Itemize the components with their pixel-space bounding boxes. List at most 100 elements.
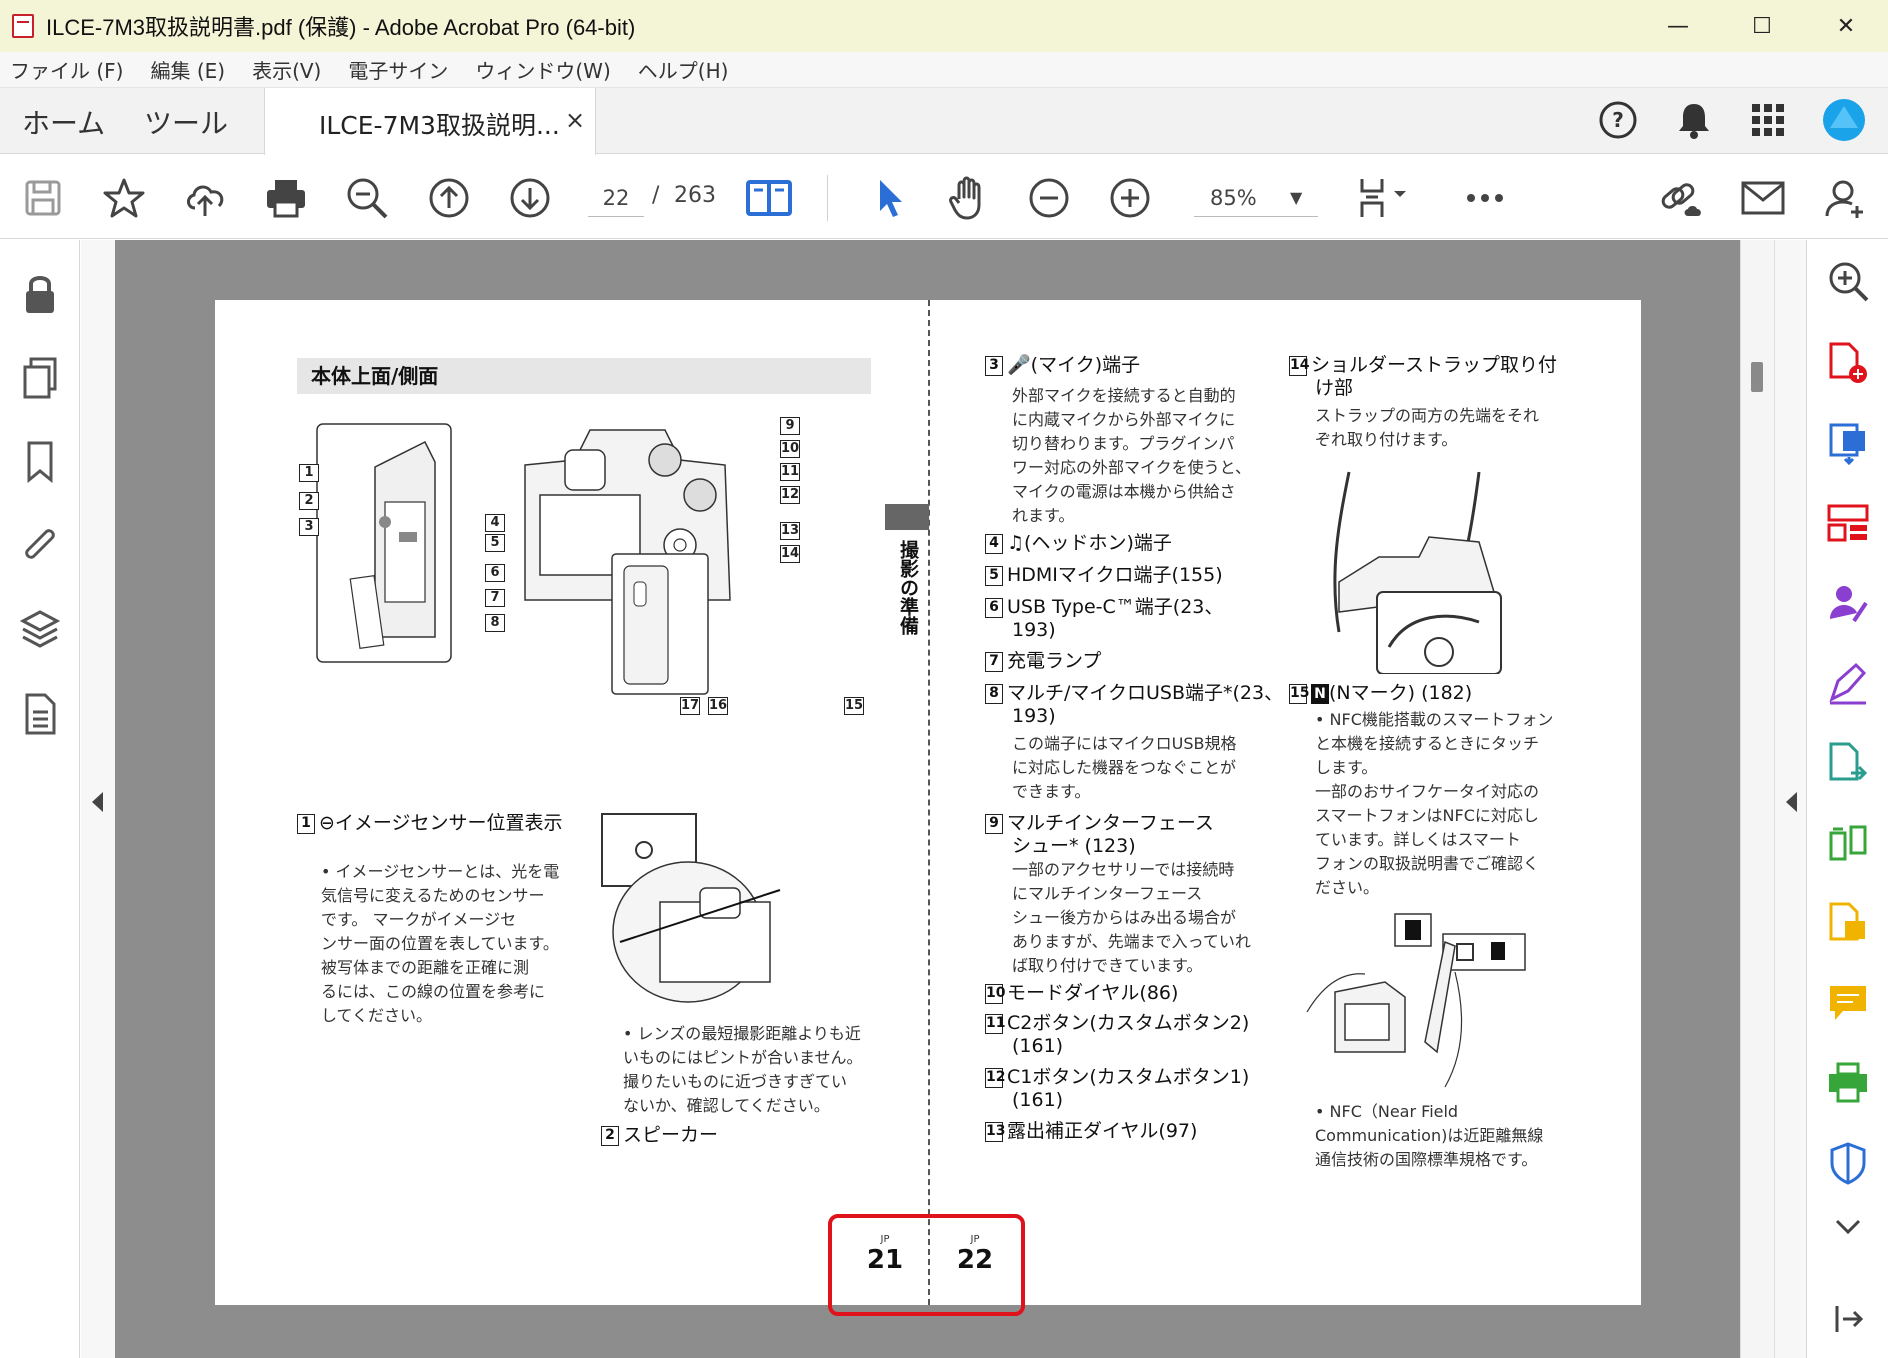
protect-shield-icon[interactable] xyxy=(1825,1140,1871,1186)
vertical-scrollbar[interactable] xyxy=(1740,240,1774,1358)
item-15-title: (Nマーク) (182) xyxy=(1329,682,1473,704)
menu-view[interactable]: 表示(V) xyxy=(252,55,321,84)
fill-sign-icon[interactable] xyxy=(1825,660,1871,706)
scan-ocr-icon[interactable] xyxy=(1825,900,1871,946)
menu-file[interactable]: ファイル (F) xyxy=(10,55,123,84)
create-pdf-icon[interactable] xyxy=(1825,340,1871,386)
send-for-review-icon[interactable] xyxy=(1825,740,1871,786)
zoom-out-icon[interactable] xyxy=(1024,173,1074,223)
desc-line: スマートフォンはNFCに対応し xyxy=(1315,806,1539,825)
desc-line: 一部のアクセサリーでは接続時 xyxy=(1012,860,1235,879)
user-avatar[interactable] xyxy=(1822,98,1866,142)
left-panel-collapse[interactable] xyxy=(81,240,115,1358)
print-icon[interactable] xyxy=(261,173,311,223)
desc-line: • NFC機能搭載のスマートフォン xyxy=(1315,710,1554,729)
layers-icon[interactable] xyxy=(16,606,64,654)
tab-tools[interactable]: ツール xyxy=(144,102,228,142)
item-14-number: 14 xyxy=(1289,355,1309,376)
desc-line: に内蔵マイクから外部マイクに xyxy=(1012,410,1236,429)
tab-home[interactable]: ホーム xyxy=(22,102,105,142)
item-8-continuation: 193) xyxy=(1012,705,1056,727)
focus-distance-illustration xyxy=(601,813,781,1003)
pages-thumbnail-icon[interactable] xyxy=(16,354,64,402)
item-13-heading: 13露出補正ダイヤル(97) xyxy=(985,1120,1197,1143)
menu-help[interactable]: ヘルプ(H) xyxy=(638,55,729,84)
item-10-number: 10 xyxy=(985,983,1005,1004)
item-6-continuation: 193) xyxy=(1012,619,1056,641)
desc-line: この端子にはマイクロUSB規格 xyxy=(1012,734,1237,753)
lock-icon[interactable] xyxy=(16,270,64,318)
page-fit-icon[interactable] xyxy=(1352,173,1416,223)
tab-document[interactable]: ILCE-7M3取扱説明... × xyxy=(264,88,596,155)
callout-13: 13 xyxy=(780,522,800,540)
organize-pages-icon[interactable] xyxy=(1825,500,1871,546)
more-tools-chevron-icon[interactable] xyxy=(1825,1204,1871,1250)
item-9-number: 9 xyxy=(985,813,1003,834)
item-9-description: 一部のアクセサリーでは接続時 にマルチインターフェース シュー後方からはみ出る場… xyxy=(1012,858,1262,978)
desc-line: 一部のおサイフケータイ対応の xyxy=(1315,782,1540,801)
zoom-level-select[interactable]: 85% ▼ xyxy=(1194,179,1318,217)
item-3-number: 3 xyxy=(985,355,1003,376)
right-panel-collapse[interactable] xyxy=(1774,240,1806,1358)
comment-icon[interactable] xyxy=(1825,980,1871,1026)
previous-page-icon[interactable] xyxy=(424,173,474,223)
hand-tool-icon[interactable] xyxy=(944,173,994,223)
apps-grid-icon[interactable] xyxy=(1746,98,1790,142)
desc-line: シュー後方からはみ出る場合が xyxy=(1012,908,1237,927)
menu-edit[interactable]: 編集 (E) xyxy=(150,55,225,84)
page-number-input[interactable]: 22 xyxy=(588,179,644,217)
export-pdf-icon[interactable] xyxy=(1825,420,1871,466)
toolbar-divider xyxy=(827,175,828,221)
close-tab-button[interactable]: × xyxy=(565,106,585,134)
desc-line: 気信号に変えるためのセンサー xyxy=(321,886,545,905)
exit-panel-icon[interactable] xyxy=(1825,1296,1871,1342)
zoom-search-icon[interactable] xyxy=(1825,258,1871,304)
maximize-button[interactable]: ☐ xyxy=(1720,0,1804,52)
attachment-icon[interactable] xyxy=(16,522,64,570)
add-user-icon[interactable] xyxy=(1820,173,1870,223)
item-1-title: イメージセンサー位置表示 xyxy=(334,812,563,834)
star-icon[interactable] xyxy=(99,173,149,223)
help-icon[interactable]: ? xyxy=(1596,98,1640,142)
desc-line: ンサー面の位置を表しています。 xyxy=(321,934,559,953)
callout-17: 17 xyxy=(680,697,700,715)
item-4-number: 4 xyxy=(985,533,1003,554)
email-icon[interactable] xyxy=(1738,173,1788,223)
menu-window[interactable]: ウィンドウ(W) xyxy=(475,55,610,84)
item-12-heading: 12C1ボタン(カスタムボタン1) xyxy=(985,1066,1249,1089)
callout-10: 10 xyxy=(780,440,800,458)
desc-line: • イメージセンサーとは、光を電 xyxy=(321,862,560,881)
share-link-icon[interactable] xyxy=(1656,173,1706,223)
zoom-in-icon[interactable] xyxy=(1105,173,1155,223)
request-signature-icon[interactable] xyxy=(1825,580,1871,626)
compare-files-icon[interactable] xyxy=(1825,820,1871,866)
scrollbar-thumb[interactable] xyxy=(1751,362,1763,392)
item-14-title-continuation: け部 xyxy=(1315,377,1354,399)
select-arrow-icon[interactable] xyxy=(864,173,914,223)
next-page-icon[interactable] xyxy=(505,173,555,223)
more-options-icon[interactable] xyxy=(1460,173,1510,223)
upload-cloud-icon[interactable] xyxy=(180,173,230,223)
minimize-button[interactable]: — xyxy=(1636,0,1720,52)
close-button[interactable]: ✕ xyxy=(1804,0,1888,52)
zoom-out-search-icon[interactable] xyxy=(342,173,392,223)
print-production-icon[interactable] xyxy=(1825,1060,1871,1106)
bookmark-icon[interactable] xyxy=(16,438,64,486)
bell-icon[interactable] xyxy=(1672,98,1716,142)
document-properties-icon[interactable] xyxy=(16,690,64,738)
desc-line: にマルチインターフェース xyxy=(1012,884,1203,903)
item-2-number: 2 xyxy=(601,1125,619,1146)
callout-9: 9 xyxy=(780,417,800,435)
desc-line: ありますが、先端まで入っていれ xyxy=(1012,932,1251,951)
item-11-title: C2ボタン(カスタムボタン2) xyxy=(1007,1012,1250,1034)
save-icon[interactable] xyxy=(18,173,68,223)
item-4-heading: 4 ♫(ヘッドホン)端子 xyxy=(985,532,1172,555)
menu-esign[interactable]: 電子サイン xyxy=(348,55,448,84)
headphone-icon: ♫ xyxy=(1007,532,1025,554)
two-page-view-icon[interactable] xyxy=(744,173,794,223)
toolbar: 22 / 263 85% ▼ xyxy=(0,155,1888,239)
right-tools-pane xyxy=(1806,240,1888,1358)
chapter-side-label: 撮影の準備 xyxy=(897,540,919,635)
callout-8: 8 xyxy=(485,614,505,632)
item-10-heading: 10モードダイヤル(86) xyxy=(985,982,1178,1005)
